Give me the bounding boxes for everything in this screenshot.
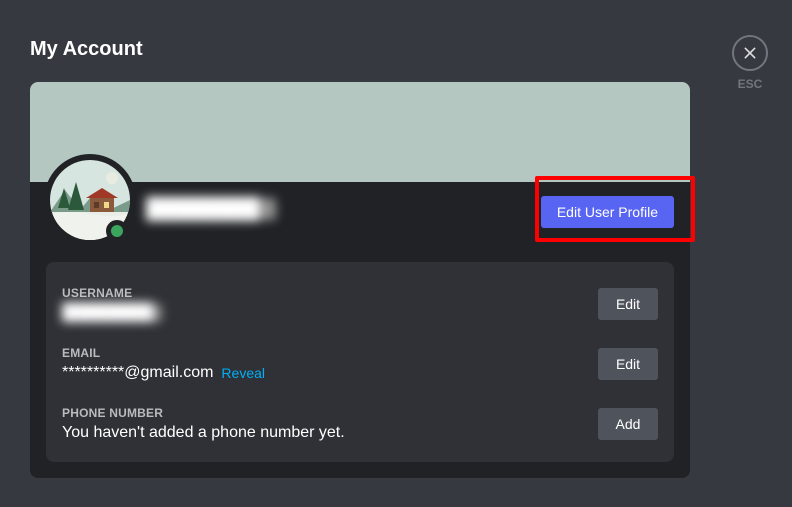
username-label: USERNAME	[62, 286, 162, 300]
phone-field-row: PHONE NUMBER You haven't added a phone n…	[62, 398, 658, 446]
edit-username-button[interactable]: Edit	[598, 288, 658, 320]
profile-header-row: ████████ Edit User Profile	[30, 182, 690, 254]
edit-email-button[interactable]: Edit	[598, 348, 658, 380]
esc-label: ESC	[738, 77, 763, 91]
phone-label: PHONE NUMBER	[62, 406, 345, 420]
username-value: ████████	[62, 304, 162, 322]
page-title: My Account	[30, 38, 143, 61]
reveal-email-link[interactable]: Reveal	[221, 365, 265, 381]
username-field-row: USERNAME ████████ Edit	[62, 278, 658, 338]
email-field-row: EMAIL **********@gmail.com Reveal Edit	[62, 338, 658, 398]
phone-value: You haven't added a phone number yet.	[62, 424, 345, 442]
close-icon	[732, 35, 768, 71]
account-details-panel: USERNAME ████████ Edit EMAIL **********@…	[46, 262, 674, 462]
email-value: **********@gmail.com	[62, 364, 213, 382]
status-indicator-online	[106, 220, 128, 242]
email-label: EMAIL	[62, 346, 265, 360]
profile-banner	[30, 82, 690, 182]
add-phone-button[interactable]: Add	[598, 408, 658, 440]
close-button[interactable]: ESC	[732, 35, 768, 91]
avatar-container[interactable]	[44, 154, 136, 246]
profile-username: ████████	[146, 198, 276, 220]
account-card: ████████ Edit User Profile USERNAME ████…	[30, 82, 690, 478]
edit-user-profile-button[interactable]: Edit User Profile	[541, 196, 674, 228]
